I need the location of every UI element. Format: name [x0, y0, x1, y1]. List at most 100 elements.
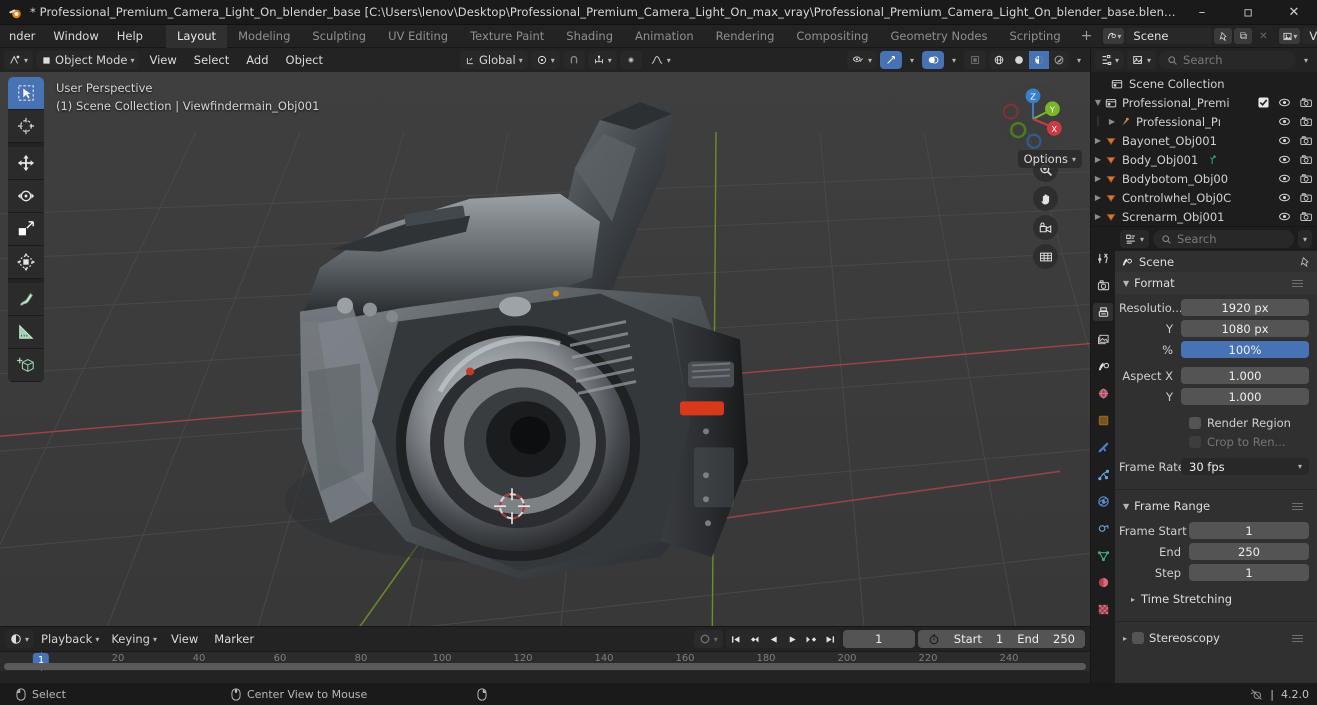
- outliner-row-bayonet[interactable]: ▶ Bayonet_Obj001: [1091, 131, 1317, 150]
- gizmo-dropdown[interactable]: ▾: [905, 51, 919, 69]
- viewlayer-browse-icon[interactable]: ▾: [1279, 28, 1301, 44]
- eye-icon[interactable]: [1278, 97, 1291, 108]
- workspace-tab-animation[interactable]: Animation: [624, 25, 705, 48]
- outliner-editor-type-icon[interactable]: ▾: [1095, 51, 1125, 69]
- disclosure-closed-icon[interactable]: ▶: [1091, 193, 1105, 202]
- aspect-y-field[interactable]: 1.000: [1181, 388, 1309, 405]
- rotate-tool[interactable]: [8, 180, 44, 213]
- play-reverse-icon[interactable]: [764, 630, 783, 648]
- properties-tab-physics[interactable]: [1093, 492, 1113, 510]
- camera-icon[interactable]: [1300, 211, 1313, 222]
- shading-wireframe-button[interactable]: [989, 51, 1009, 69]
- menu-window[interactable]: Window: [44, 25, 107, 48]
- measure-tool[interactable]: [8, 316, 44, 349]
- camera-icon[interactable]: [1300, 97, 1313, 108]
- timeline-ruler[interactable]: 20 40 60 80 100 120 140 160 180 200 220 …: [0, 651, 1090, 671]
- snap-magnet-icon[interactable]: [562, 51, 585, 69]
- workspace-tab-compositing[interactable]: Compositing: [785, 25, 879, 48]
- timeline-menu-view[interactable]: View: [164, 630, 205, 648]
- properties-tab-material[interactable]: [1093, 573, 1113, 591]
- properties-tab-object[interactable]: [1093, 411, 1113, 429]
- viewport-3d-canvas[interactable]: User Perspective (1) Scene Collection | …: [0, 72, 1090, 626]
- frame-end-field[interactable]: 250: [1189, 543, 1309, 560]
- workspace-tab-uv-editing[interactable]: UV Editing: [377, 25, 459, 48]
- camera-icon[interactable]: [1300, 135, 1313, 146]
- viewport-menu-view[interactable]: View: [142, 51, 183, 69]
- viewlayer-name[interactable]: ViewLayer: [1302, 28, 1317, 44]
- overlays-toggle[interactable]: [921, 51, 944, 69]
- proportional-edit-icon[interactable]: [619, 51, 642, 69]
- viewport-menu-select[interactable]: Select: [187, 51, 236, 69]
- minimize-button[interactable]: –: [1179, 0, 1225, 25]
- workspace-tab-sculpting[interactable]: Sculpting: [301, 25, 377, 48]
- maximize-button[interactable]: [1225, 0, 1271, 25]
- object-mode-selector[interactable]: Object Mode ▾: [36, 51, 140, 69]
- navigation-gizmo[interactable]: Z Y X: [996, 82, 1070, 156]
- row-render-region[interactable]: Render Region: [1119, 413, 1309, 432]
- shading-material-preview-button[interactable]: [1028, 51, 1049, 69]
- jump-to-end-icon[interactable]: [821, 630, 840, 648]
- transform-orientation-selector[interactable]: Global ▾: [460, 51, 528, 69]
- camera-icon[interactable]: [1300, 173, 1313, 184]
- snap-target-selector[interactable]: ▾: [587, 51, 617, 69]
- panel-frame-range-preset-icon[interactable]: [1292, 502, 1309, 510]
- workspace-tab-geometry-nodes[interactable]: Geometry Nodes: [879, 25, 998, 48]
- properties-search-input[interactable]: Search: [1153, 230, 1294, 248]
- row-time-stretching[interactable]: ▸ Time Stretching: [1119, 588, 1309, 610]
- outliner-filter-icon[interactable]: ▾: [1299, 51, 1313, 69]
- timeline-menu-marker[interactable]: Marker: [207, 630, 261, 648]
- panel-stereoscopy-header[interactable]: ▸ Stereoscopy: [1115, 627, 1317, 649]
- frame-step-field[interactable]: 1: [1189, 564, 1309, 581]
- eye-icon[interactable]: [1278, 173, 1291, 184]
- pan-hand-icon[interactable]: [1033, 186, 1058, 211]
- resolution-y-field[interactable]: 1080 px: [1181, 320, 1309, 337]
- properties-tab-texture[interactable]: [1093, 600, 1113, 618]
- gizmo-toggle[interactable]: [879, 51, 902, 69]
- aspect-x-field[interactable]: 1.000: [1181, 367, 1309, 384]
- transform-tool[interactable]: [8, 246, 44, 279]
- stereoscopy-checkbox[interactable]: [1132, 632, 1145, 644]
- tweak-select-tool[interactable]: [8, 77, 44, 110]
- render-region-checkbox[interactable]: [1189, 416, 1201, 429]
- visibility-selector[interactable]: ▾: [846, 51, 877, 69]
- outliner-row-body[interactable]: ▶ Body_Obj001: [1091, 150, 1317, 169]
- timeline-editor-icon[interactable]: ▾: [5, 630, 35, 648]
- add-workspace-button[interactable]: +: [1072, 25, 1102, 48]
- workspace-tab-texture-paint[interactable]: Texture Paint: [459, 25, 555, 48]
- pin-icon[interactable]: [1299, 256, 1311, 268]
- scene-name[interactable]: Scene: [1126, 28, 1213, 44]
- properties-tab-scene[interactable]: [1093, 357, 1113, 375]
- camera-icon[interactable]: [1300, 116, 1313, 127]
- camera-view-icon[interactable]: [1033, 215, 1058, 240]
- workspace-tab-layout[interactable]: Layout: [165, 24, 228, 48]
- panel-format-preset-icon[interactable]: [1292, 279, 1309, 287]
- outliner-row-scene-collection[interactable]: Scene Collection: [1091, 74, 1317, 93]
- timeline-menu-keying[interactable]: Keying ▾: [106, 630, 162, 648]
- resolution-x-field[interactable]: 1920 px: [1181, 299, 1309, 316]
- modifier-icon[interactable]: [1208, 154, 1218, 166]
- shading-solid-button[interactable]: [1009, 51, 1029, 69]
- cursor-tool[interactable]: [8, 110, 44, 143]
- outliner-row-bodybotom[interactable]: ▶ Bodybotom_Obj00: [1091, 169, 1317, 188]
- panel-format-header[interactable]: ▼ Format: [1115, 272, 1317, 294]
- disclosure-closed-icon[interactable]: ▶: [1091, 174, 1105, 183]
- pin-scene-icon[interactable]: [1214, 28, 1233, 44]
- timeline-scrollbar[interactable]: [4, 663, 1086, 670]
- outliner-row-screnarm[interactable]: ▶ Screnarm_Obj001: [1091, 207, 1317, 226]
- percent-field[interactable]: 100%: [1181, 341, 1309, 358]
- disclosure-closed-icon[interactable]: ▶: [1105, 117, 1119, 126]
- outliner-row-controlwhel[interactable]: ▶ Controlwhel_Obj0C: [1091, 188, 1317, 207]
- properties-tab-data[interactable]: [1093, 546, 1113, 564]
- frame-start-field[interactable]: 1: [1189, 522, 1309, 539]
- ortho-persp-icon[interactable]: [1033, 244, 1058, 269]
- workspace-tab-shading[interactable]: Shading: [555, 25, 624, 48]
- frame-rate-dropdown[interactable]: 30 fps ▾: [1181, 458, 1309, 475]
- eye-icon[interactable]: [1278, 154, 1291, 165]
- start-value[interactable]: 1: [996, 632, 1003, 646]
- properties-tab-world[interactable]: [1093, 384, 1113, 402]
- next-keyframe-icon[interactable]: [802, 630, 821, 648]
- proportional-falloff-selector[interactable]: ▾: [645, 51, 676, 69]
- play-icon[interactable]: [783, 630, 802, 648]
- timeline-menu-playback[interactable]: Playback ▾: [36, 630, 104, 648]
- menu-help[interactable]: Help: [108, 25, 152, 48]
